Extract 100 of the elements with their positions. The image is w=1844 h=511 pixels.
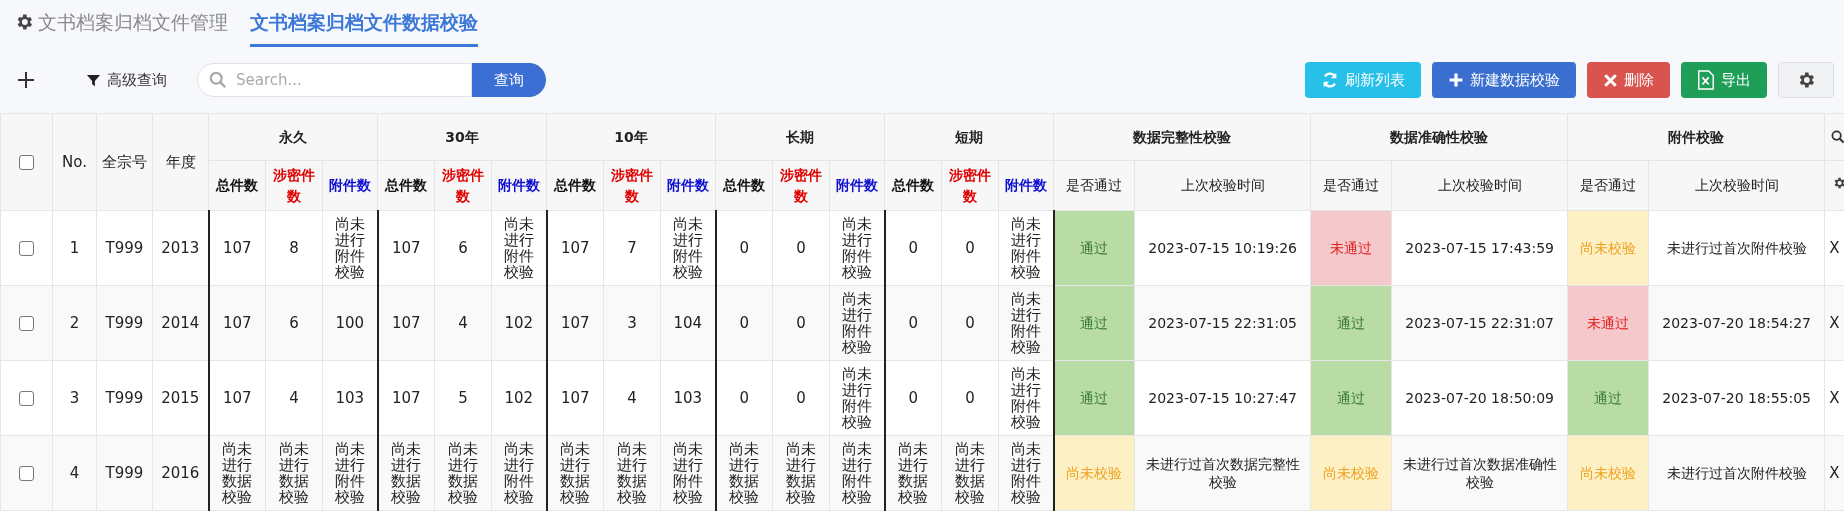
table-cell: 2023-07-15 10:19:26: [1134, 210, 1311, 286]
table-cell: 0: [941, 210, 999, 286]
column-header: 总件数: [208, 160, 266, 211]
create-button[interactable]: 新建数据校验: [1432, 62, 1576, 98]
search-button[interactable]: 查询: [472, 63, 546, 97]
column-group-header: 永久: [208, 113, 378, 161]
column-header: 涉密件数: [772, 160, 830, 211]
column-header: 上次校验时间: [1391, 160, 1568, 211]
export-button[interactable]: 导出: [1681, 62, 1767, 98]
status-cell: 通过: [1310, 360, 1392, 436]
table-cell: 6: [434, 210, 492, 286]
column-group-header: 数据完整性校验: [1053, 113, 1311, 161]
column-header: 涉密件数: [434, 160, 492, 211]
table-cell: 尚未进行数据校验: [772, 435, 830, 511]
table-cell: 尚未进行数据校验: [884, 435, 942, 511]
delete-button[interactable]: 删除: [1587, 62, 1670, 98]
tab[interactable]: 文书档案归档文件管理: [14, 7, 228, 47]
table-cell: 7: [603, 210, 661, 286]
table-cell: 0: [941, 285, 999, 361]
column-group-header: 10年: [546, 113, 716, 161]
checkbox[interactable]: [19, 466, 34, 481]
table-cell: 1: [52, 210, 97, 286]
checkbox[interactable]: [19, 241, 34, 256]
table-cell: 5: [434, 360, 492, 436]
search-icon[interactable]: [1831, 130, 1844, 144]
status-cell: 尚未校验: [1310, 435, 1392, 511]
add-button[interactable]: [16, 70, 36, 90]
table-cell: T999: [96, 210, 153, 286]
table-cell: 3: [52, 360, 97, 436]
refresh-icon: [1321, 71, 1339, 89]
column-header: 涉密件数: [265, 160, 323, 211]
table-cell: 2023-07-15 22:31:05: [1134, 285, 1311, 361]
close-icon: [1603, 72, 1618, 88]
column-header: 年度: [152, 113, 209, 211]
table-cell: 4: [434, 285, 492, 361]
table-cell: 尚未进行数据校验: [603, 435, 661, 511]
table-cell: 未进行过首次附件校验: [1648, 435, 1825, 511]
status-cell: 未通过: [1567, 285, 1649, 361]
column-header: 附件数: [829, 160, 885, 211]
table-cell: 尚未进行数据校验: [265, 435, 323, 511]
table-cell: 2023-07-15 22:31:07: [1391, 285, 1568, 361]
column-header: 总件数: [884, 160, 942, 211]
tab[interactable]: 文书档案归档文件数据校验: [250, 7, 478, 47]
checkbox[interactable]: [19, 316, 34, 331]
table-cell: 2023-07-20 18:55:05: [1648, 360, 1825, 436]
table-cell: 2023-07-20 18:50:09: [1391, 360, 1568, 436]
table-cell: 0: [772, 285, 830, 361]
column-header: 是否通过: [1310, 160, 1392, 211]
status-cell: 尚未校验: [1053, 435, 1135, 511]
column-header: 是否通过: [1053, 160, 1135, 211]
settings-button[interactable]: [1778, 62, 1834, 98]
column-header: 涉密件数: [603, 160, 661, 211]
column-header: 总件数: [715, 160, 773, 211]
table-cell: 未进行过首次数据准确性校验: [1391, 435, 1568, 511]
column-group-header: 30年: [377, 113, 547, 161]
column-header: 上次校验时间: [1134, 160, 1311, 211]
column-group-header: 附件校验: [1567, 113, 1825, 161]
search-icon: [209, 71, 227, 89]
status-cell: 尚未校验: [1567, 210, 1649, 286]
column-group-header: 数据准确性校验: [1310, 113, 1568, 161]
filter-icon: [86, 72, 101, 88]
column-header: 附件数: [322, 160, 378, 211]
status-cell: 通过: [1053, 210, 1135, 286]
table-cell: 0: [772, 210, 830, 286]
table-cell: T999: [96, 360, 153, 436]
table-cell: 尚未进行数据校验: [208, 435, 266, 511]
table-cell: 4: [52, 435, 97, 511]
table-cell: 2: [52, 285, 97, 361]
column-header: 附件数: [660, 160, 716, 211]
refresh-button[interactable]: 刷新列表: [1305, 62, 1421, 98]
column-header: 涉密件数: [941, 160, 999, 211]
column-header: 全宗号: [96, 113, 153, 211]
table-cell: 未进行过首次附件校验: [1648, 210, 1825, 286]
spreadsheet-file-icon: [1697, 70, 1715, 90]
status-cell: 通过: [1053, 285, 1135, 361]
table-cell: 尚未进行数据校验: [941, 435, 999, 511]
column-header: 附件数: [491, 160, 547, 211]
status-cell: 通过: [1567, 360, 1649, 436]
table-cell: 3: [603, 285, 661, 361]
column-header: 是否通过: [1567, 160, 1649, 211]
column-header: 总件数: [377, 160, 435, 211]
search-field[interactable]: Search...: [197, 63, 472, 97]
status-cell: 未通过: [1310, 210, 1392, 286]
table-cell: 2023-07-20 18:54:27: [1648, 285, 1825, 361]
table-cell: 尚未进行数据校验: [715, 435, 773, 511]
advanced-search-button[interactable]: 高级查询: [86, 68, 167, 92]
checkbox[interactable]: [19, 391, 34, 406]
status-cell: 通过: [1053, 360, 1135, 436]
status-cell: 通过: [1310, 285, 1392, 361]
table-cell: 4: [603, 360, 661, 436]
table-cell: 尚未进行数据校验: [377, 435, 435, 511]
table-cell: 未进行过首次数据完整性校验: [1134, 435, 1311, 511]
table-cell: 0: [941, 360, 999, 436]
column-group-header: 短期: [884, 113, 1054, 161]
table-cell: 6: [265, 285, 323, 361]
column-header: 附件数: [998, 160, 1054, 211]
column-group-header: 长期: [715, 113, 885, 161]
checkbox[interactable]: [19, 155, 34, 170]
table-cell: T999: [96, 435, 153, 511]
table-cell: 4: [265, 360, 323, 436]
